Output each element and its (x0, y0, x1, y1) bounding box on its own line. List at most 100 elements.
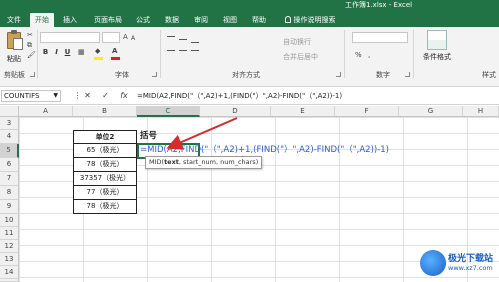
column-header[interactable]: H (463, 106, 499, 117)
conditional-format-label: 条件格式 (423, 53, 451, 61)
shrink-font-icon[interactable]: A (131, 34, 135, 43)
column-header[interactable]: D (200, 106, 271, 117)
percent-style-button[interactable]: % (355, 50, 362, 60)
align-bottom-icon[interactable] (191, 42, 199, 43)
watermark-name: 极光下载站 (448, 254, 494, 264)
tab-formulas[interactable]: 公式 (131, 13, 155, 27)
cell-b-value[interactable]: 37357（极光） (73, 171, 137, 186)
tab-review[interactable]: 审阅 (189, 13, 213, 27)
column-header-selected[interactable]: C (137, 106, 200, 117)
column-header[interactable]: B (73, 106, 137, 117)
paste-sheet-icon (13, 38, 23, 50)
tooltip-current-arg: text (164, 158, 179, 166)
column-header[interactable]: A (19, 106, 73, 117)
number-launcher-icon[interactable] (405, 72, 410, 77)
tooltip-other-args: , start_num, num_chars) (178, 158, 259, 166)
copy-icon[interactable]: ⧉ (27, 41, 32, 50)
enter-entry-button[interactable]: ✓ (100, 90, 111, 102)
site-watermark: 极光下载站 www.xz7.com (420, 248, 498, 280)
tab-view[interactable]: 视图 (218, 13, 242, 27)
comma-style-button[interactable]: , (368, 50, 370, 60)
group-number-label: 数字 (376, 71, 390, 79)
merge-center-button[interactable]: 合并后居中 (283, 52, 318, 62)
cancel-entry-button[interactable]: ✕ (82, 90, 93, 102)
underline-button[interactable]: U (63, 47, 72, 57)
tab-file[interactable]: 文件 (2, 13, 26, 27)
fill-color-swatch (94, 57, 103, 60)
conditional-format-button[interactable]: 条件格式 (418, 30, 456, 68)
cell-b-value[interactable]: 78（极光） (73, 199, 137, 214)
row-header[interactable]: 4 (0, 130, 19, 144)
row-header-selected[interactable]: 5 (0, 144, 19, 158)
alignment-buttons[interactable] (165, 33, 240, 59)
borders-icon[interactable]: ▦ (78, 48, 85, 57)
watermark-url: www.xz7.com (448, 264, 493, 272)
insert-function-button[interactable]: fx (117, 90, 131, 102)
font-name-dropdown[interactable] (40, 32, 100, 43)
row-header[interactable]: 6 (0, 158, 19, 172)
watermark-logo-icon (420, 250, 446, 276)
group-font-label: 字体 (115, 71, 129, 79)
font-color-icon[interactable]: A (112, 47, 117, 56)
column-header[interactable]: G (399, 106, 463, 117)
chevron-down-icon[interactable]: ▼ (53, 91, 58, 101)
row-header[interactable]: 14 (0, 266, 19, 279)
tab-page-layout[interactable]: 页面布局 (88, 13, 128, 27)
formula-bar: COUNTIFS ▼ ⋮ ✕ ✓ fx =MID(A2,FIND("（",A2)… (0, 87, 499, 105)
row-header[interactable]: 10 (0, 214, 19, 227)
tab-insert[interactable]: 插入 (58, 13, 82, 27)
grow-font-icon[interactable]: A (123, 33, 128, 42)
cell-c4-header[interactable]: 括号 (140, 130, 157, 144)
bold-button[interactable]: B (41, 47, 50, 57)
font-color-swatch (111, 57, 120, 60)
row-header[interactable]: 8 (0, 186, 19, 200)
cell-b-value[interactable]: 65（极光） (73, 143, 137, 158)
column-header[interactable]: E (271, 106, 335, 117)
tab-home[interactable]: 开始 (30, 13, 54, 27)
format-painter-icon[interactable]: 🖌 (27, 51, 36, 60)
align-right-icon[interactable] (191, 50, 199, 51)
row-header[interactable]: 13 (0, 253, 19, 266)
tell-me-search[interactable]: 操作说明搜索 (278, 13, 342, 27)
row-header[interactable]: 3 (0, 117, 19, 130)
row-header[interactable]: 9 (0, 200, 19, 214)
italic-button[interactable]: I (52, 47, 61, 57)
column-header[interactable]: F (335, 106, 399, 117)
cell-b4-header[interactable]: 单位2 (73, 130, 137, 144)
cell-b-value[interactable]: 77（极光） (73, 185, 137, 200)
align-center-icon[interactable] (179, 50, 187, 51)
align-left-icon[interactable] (167, 50, 175, 51)
row-header[interactable]: 12 (0, 240, 19, 253)
paste-label: 粘贴 (7, 55, 21, 63)
divider (37, 30, 38, 78)
tell-me-label: 操作说明搜索 (293, 16, 336, 24)
row-header[interactable]: 7 (0, 172, 19, 186)
align-top-icon[interactable] (167, 36, 175, 37)
group-styles-label: 样式 (482, 71, 496, 79)
formula-input[interactable]: =MID(A2,FIND("（",A2)+1,(FIND("）",A2)-FIN… (137, 90, 497, 102)
group-clipboard-label: 剪贴板 (4, 71, 25, 79)
paste-button[interactable]: 粘贴 (3, 30, 25, 68)
ribbon: 粘贴 ✂ ⧉ 🖌 A A B I U ▦ ◆ A 自动换行 合并后居中 % , … (0, 27, 499, 87)
wrap-text-button[interactable]: 自动换行 (283, 37, 311, 47)
number-format-dropdown[interactable] (352, 32, 408, 43)
function-arguments-tooltip[interactable]: MID(text, start_num, num_chars) (145, 156, 263, 169)
cell-b-value[interactable]: 78（极光） (73, 157, 137, 172)
title-bar: 工作簿1.xlsx - Excel (0, 0, 499, 11)
tab-data[interactable]: 数据 (160, 13, 184, 27)
tab-help[interactable]: 帮助 (247, 13, 271, 27)
name-box[interactable]: COUNTIFS ▼ (1, 90, 61, 102)
row-header[interactable]: 11 (0, 227, 19, 240)
select-all-corner[interactable] (0, 106, 19, 117)
font-size-dropdown[interactable] (102, 32, 120, 43)
clipboard-launcher-icon[interactable] (30, 72, 35, 77)
divider (344, 30, 345, 78)
tooltip-function-name: MID( (149, 158, 165, 166)
fill-color-icon[interactable]: ◆ (95, 47, 100, 56)
conditional-format-icon (427, 30, 447, 50)
alignment-launcher-icon[interactable] (336, 72, 341, 77)
font-launcher-icon[interactable] (152, 72, 157, 77)
cut-icon[interactable]: ✂ (27, 31, 33, 40)
align-middle-icon[interactable] (179, 39, 187, 40)
name-box-value: COUNTIFS (4, 92, 40, 100)
